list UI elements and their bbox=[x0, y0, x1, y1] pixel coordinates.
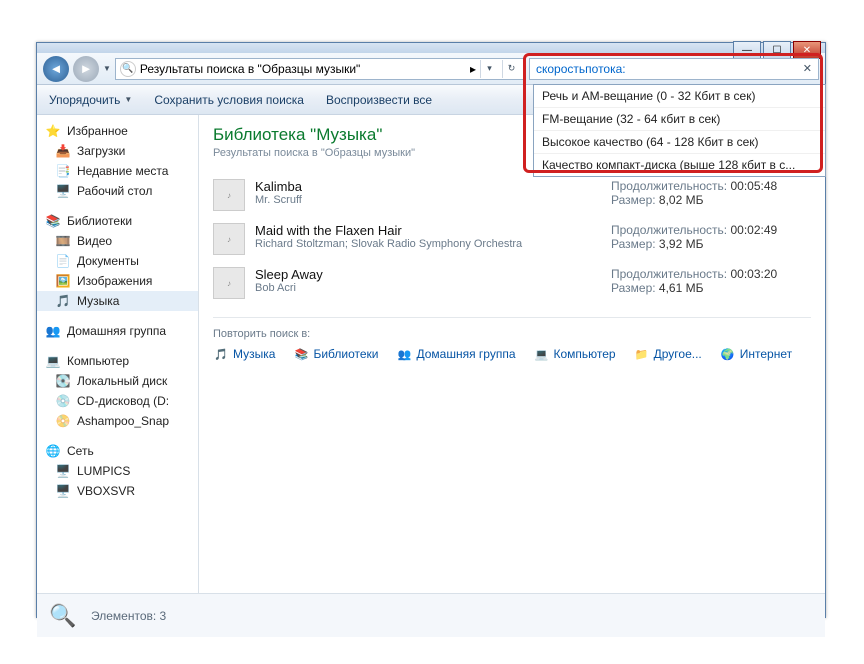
sidebar-downloads[interactable]: 📥Загрузки bbox=[37, 141, 198, 161]
album-art-icon: ♪ bbox=[213, 223, 245, 255]
homegroup-icon: 👥 bbox=[396, 346, 412, 362]
download-icon: 📥 bbox=[55, 143, 71, 159]
minimize-button[interactable]: — bbox=[733, 41, 761, 59]
sidebar-vboxsvr[interactable]: 🖥️VBOXSVR bbox=[37, 481, 198, 501]
libraries-icon: 📚 bbox=[45, 213, 61, 229]
result-item[interactable]: ♪ Sleep Away Bob Acri Продолжительность:… bbox=[213, 261, 811, 305]
sidebar-pictures[interactable]: 🖼️Изображения bbox=[37, 271, 198, 291]
globe-icon: 🌍 bbox=[720, 346, 736, 362]
computer-icon: 💻 bbox=[45, 353, 61, 369]
sidebar-music[interactable]: 🎵Музыка bbox=[37, 291, 198, 311]
content-pane: Библиотека "Музыка" Результаты поиска в … bbox=[199, 115, 825, 593]
suggestion-item[interactable]: Речь и AM-вещание (0 - 32 Кбит в сек) bbox=[534, 85, 825, 108]
recent-icon: 📑 bbox=[55, 163, 71, 179]
refresh-button[interactable]: ↻ bbox=[502, 60, 520, 78]
video-icon: 🎞️ bbox=[55, 233, 71, 249]
sidebar-local-disk[interactable]: 💽Локальный диск bbox=[37, 371, 198, 391]
document-icon: 📄 bbox=[55, 253, 71, 269]
sidebar-desktop[interactable]: 🖥️Рабочий стол bbox=[37, 181, 198, 201]
search-value: скоростьпотока: bbox=[536, 62, 803, 76]
track-title: Maid with the Flaxen Hair bbox=[255, 223, 601, 238]
repeat-computer[interactable]: 💻Компьютер bbox=[534, 346, 616, 362]
track-artist: Mr. Scruff bbox=[255, 194, 601, 206]
sidebar-homegroup[interactable]: 👥Домашняя группа bbox=[37, 321, 198, 341]
network-icon: 🌐 bbox=[45, 443, 61, 459]
close-button[interactable]: ✕ bbox=[793, 41, 821, 59]
drive-icon: 📀 bbox=[55, 413, 71, 429]
folder-icon: 📁 bbox=[634, 346, 650, 362]
sidebar-ashampoo[interactable]: 📀Ashampoo_Snap bbox=[37, 411, 198, 431]
magnifier-icon: 🔍 bbox=[47, 600, 79, 632]
navigation-pane: ⭐Избранное 📥Загрузки 📑Недавние места 🖥️Р… bbox=[37, 115, 199, 593]
status-count: Элементов: 3 bbox=[91, 609, 166, 623]
pc-icon: 🖥️ bbox=[55, 463, 71, 479]
address-dropdown[interactable]: ▾ bbox=[480, 60, 498, 78]
star-icon: ⭐ bbox=[45, 123, 61, 139]
forward-button[interactable]: ► bbox=[73, 56, 99, 82]
back-button[interactable]: ◄ bbox=[43, 56, 69, 82]
track-title: Sleep Away bbox=[255, 267, 601, 282]
repeat-music[interactable]: 🎵Музыка bbox=[213, 346, 275, 362]
save-search-button[interactable]: Сохранить условия поиска bbox=[154, 93, 304, 107]
track-artist: Bob Acri bbox=[255, 282, 601, 294]
maximize-button[interactable]: ☐ bbox=[763, 41, 791, 59]
search-location-icon: 🔍 bbox=[120, 61, 136, 77]
homegroup-icon: 👥 bbox=[45, 323, 61, 339]
sidebar-videos[interactable]: 🎞️Видео bbox=[37, 231, 198, 251]
track-artist: Richard Stoltzman; Slovak Radio Symphony… bbox=[255, 238, 601, 250]
sidebar-documents[interactable]: 📄Документы bbox=[37, 251, 198, 271]
picture-icon: 🖼️ bbox=[55, 273, 71, 289]
play-all-button[interactable]: Воспроизвести все bbox=[326, 93, 432, 107]
computer-icon: 💻 bbox=[534, 346, 550, 362]
repeat-other[interactable]: 📁Другое... bbox=[634, 346, 702, 362]
result-item[interactable]: ♪ Maid with the Flaxen Hair Richard Stol… bbox=[213, 217, 811, 261]
navigation-bar: ◄ ► ▼ 🔍 Результаты поиска в "Образцы муз… bbox=[37, 53, 825, 85]
pc-icon: 🖥️ bbox=[55, 483, 71, 499]
desktop-icon: 🖥️ bbox=[55, 183, 71, 199]
search-suggestions: Речь и AM-вещание (0 - 32 Кбит в сек) FM… bbox=[533, 84, 826, 177]
suggestion-item[interactable]: Высокое качество (64 - 128 Кбит в сек) bbox=[534, 131, 825, 154]
address-bar[interactable]: 🔍 Результаты поиска в "Образцы музыки" ▸… bbox=[115, 58, 525, 80]
status-bar: 🔍 Элементов: 3 bbox=[37, 593, 825, 637]
disk-icon: 💽 bbox=[55, 373, 71, 389]
track-title: Kalimba bbox=[255, 179, 601, 194]
sidebar-cd-drive[interactable]: 💿CD-дисковод (D: bbox=[37, 391, 198, 411]
search-input[interactable]: скоростьпотока: ✕ bbox=[529, 58, 819, 80]
album-art-icon: ♪ bbox=[213, 179, 245, 211]
suggestion-item[interactable]: FM-вещание (32 - 64 кбит в сек) bbox=[534, 108, 825, 131]
repeat-libraries[interactable]: 📚Библиотеки bbox=[293, 346, 378, 362]
music-icon: 🎵 bbox=[55, 293, 71, 309]
album-art-icon: ♪ bbox=[213, 267, 245, 299]
music-icon: 🎵 bbox=[213, 346, 229, 362]
clear-search-icon[interactable]: ✕ bbox=[803, 62, 812, 75]
sidebar-computer[interactable]: 💻Компьютер bbox=[37, 351, 198, 371]
libraries-icon: 📚 bbox=[293, 346, 309, 362]
result-item[interactable]: ♪ Kalimba Mr. Scruff Продолжительность: … bbox=[213, 173, 811, 217]
sidebar-favorites[interactable]: ⭐Избранное bbox=[37, 121, 198, 141]
sidebar-libraries[interactable]: 📚Библиотеки bbox=[37, 211, 198, 231]
sidebar-recent[interactable]: 📑Недавние места bbox=[37, 161, 198, 181]
history-dropdown[interactable]: ▼ bbox=[103, 64, 111, 73]
cd-icon: 💿 bbox=[55, 393, 71, 409]
sidebar-lumpics[interactable]: 🖥️LUMPICS bbox=[37, 461, 198, 481]
explorer-window: — ☐ ✕ ◄ ► ▼ 🔍 Результаты поиска в "Образ… bbox=[36, 42, 826, 618]
sidebar-network[interactable]: 🌐Сеть bbox=[37, 441, 198, 461]
repeat-internet[interactable]: 🌍Интернет bbox=[720, 346, 792, 362]
repeat-search-label: Повторить поиск в: bbox=[213, 328, 811, 340]
titlebar: — ☐ ✕ bbox=[37, 43, 825, 53]
breadcrumb-chevron-icon[interactable]: ▸ bbox=[470, 62, 476, 76]
suggestion-item[interactable]: Качество компакт-диска (выше 128 кбит в … bbox=[534, 154, 825, 176]
breadcrumb[interactable]: Результаты поиска в "Образцы музыки" bbox=[140, 62, 466, 76]
organize-menu[interactable]: Упорядочить ▼ bbox=[49, 93, 132, 107]
repeat-homegroup[interactable]: 👥Домашняя группа bbox=[396, 346, 515, 362]
